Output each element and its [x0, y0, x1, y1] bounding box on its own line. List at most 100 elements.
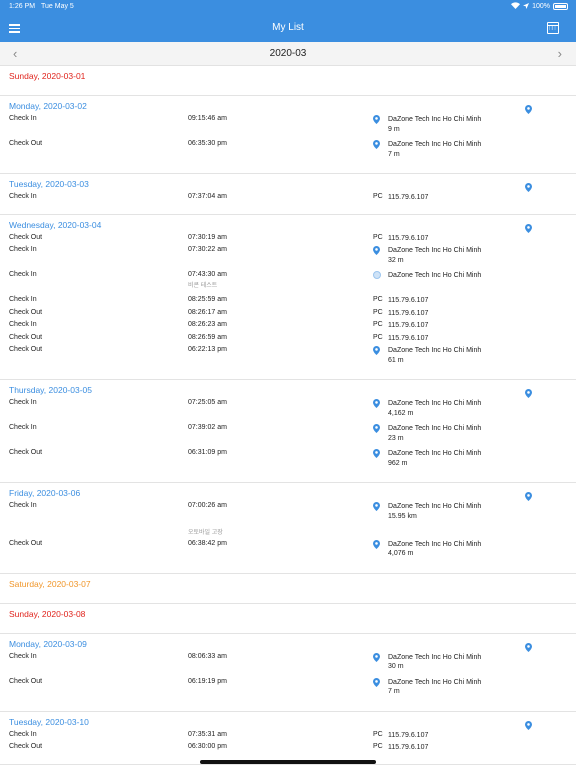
record-time: 07:00:26 am [188, 502, 227, 509]
record-row[interactable]: Check In 08:26:23 am PC 115.79.6.107 [0, 321, 576, 334]
status-bar: 1:26 PM Tue May 5 100% [0, 0, 576, 14]
location-distance: 4,162 m [388, 409, 414, 417]
location-pin-icon[interactable] [373, 539, 380, 551]
location-name: 115.79.6.107 [388, 731, 429, 739]
day-map-pin-icon[interactable] [525, 179, 532, 192]
record-row[interactable]: Check Out 08:26:17 am PC 115.79.6.107 [0, 309, 576, 322]
location-pin-icon[interactable] [373, 652, 380, 664]
record-location: DaZone Tech Inc Ho Chi Minh 15.95 km [388, 502, 481, 521]
record-row[interactable]: Check In 07:00:26 am DaZone Tech Inc Ho Ch… [0, 502, 576, 527]
record-row[interactable]: Check In 08:06:33 am DaZone Tech Inc Ho Ch… [0, 652, 576, 678]
record-type: Check In [9, 424, 37, 431]
day-section: Tuesday, 2020-03-03 Check In 07:37:04 am PC… [0, 174, 576, 215]
location-pin-icon[interactable] [373, 449, 380, 460]
calendar-icon[interactable] [547, 22, 559, 34]
day-section: Sunday, 2020-03-08 [0, 604, 576, 634]
record-extra-row: 오토바일 고장 [0, 527, 576, 540]
record-location: 115.79.6.107 [388, 321, 428, 331]
day-section: Monday, 2020-03-02 Check In 09:15:46 am DaZ… [0, 96, 576, 174]
record-time: 08:26:23 am [188, 321, 227, 328]
day-map-pin-icon[interactable] [525, 385, 532, 398]
nav-bar: My List [0, 14, 576, 42]
day-header[interactable]: Wednesday, 2020-03-04 [0, 219, 576, 234]
record-type: Check In [9, 399, 37, 406]
record-type: Check Out [9, 743, 43, 750]
day-map-pin-icon[interactable] [525, 220, 532, 233]
location-distance: 61 m [388, 356, 404, 364]
record-location: DaZone Tech Inc Ho Chi Minh 61 m [388, 346, 481, 365]
attendance-list[interactable]: Sunday, 2020-03-01 Monday, 2020-03-02 Chec… [0, 66, 576, 768]
record-time: 08:26:17 am [188, 308, 227, 316]
day-header[interactable]: Sunday, 2020-03-01 [0, 70, 576, 85]
location-name: DaZone Tech Inc Ho Chi Minh [388, 540, 482, 548]
location-pin-icon[interactable] [373, 424, 380, 435]
location-distance: 7 m [388, 688, 400, 695]
record-type: Check In [9, 321, 37, 328]
location-pin-icon[interactable] [373, 399, 380, 410]
record-time: 08:26:59 am [188, 333, 227, 341]
record-location: DaZone Tech Inc Ho Chi Minh 4,162 m [388, 399, 481, 418]
record-row[interactable]: Check In 07:30:22 am DaZone Tech Inc Ho Ch… [0, 246, 576, 271]
location-name: DaZone Tech Inc Ho Chi Minh [388, 503, 482, 510]
home-indicator [200, 760, 376, 764]
day-map-pin-icon[interactable] [525, 717, 532, 730]
location-pin-icon[interactable] [373, 140, 380, 151]
record-row[interactable]: Check In 07:43:30 am 비콘 테스트 DaZone Tech Inc… [0, 271, 576, 296]
record-location: 115.79.6.107 [388, 334, 428, 344]
record-type: Check In [9, 502, 37, 509]
chevron-right-icon[interactable]: › [558, 46, 562, 61]
record-row[interactable]: Check Out 07:30:19 am PC 115.79.6.107 [0, 234, 576, 247]
record-row[interactable]: Check Out 06:30:00 pm PC 115.79.6.107 [0, 743, 576, 756]
record-type: Check In [9, 296, 37, 303]
current-month: 2020-03 [269, 48, 307, 59]
day-map-pin-icon[interactable] [525, 488, 532, 501]
location-name: DaZone Tech Inc Ho Chi Minh [388, 678, 482, 686]
location-name: DaZone Tech Inc Ho Chi Minh [388, 400, 482, 407]
wifi-status-icon [511, 2, 521, 11]
record-type: Check In [9, 271, 37, 278]
record-location: DaZone Tech Inc Ho Chi Minh 32 m [388, 246, 481, 265]
location-pin-icon[interactable] [373, 115, 380, 126]
day-header[interactable]: Monday, 2020-03-09 [0, 638, 576, 653]
source-label: PC [373, 193, 383, 200]
location-name: 115.79.6.107 [388, 322, 429, 329]
source-label: PC [373, 296, 383, 303]
record-row[interactable]: Check Out 06:31:09 pm DaZone Tech Inc Ho C… [0, 449, 576, 474]
record-row[interactable]: Check Out 06:38:42 pm DaZone Tech Inc Ho C… [0, 539, 576, 565]
record-location: 115.79.6.107 [388, 743, 428, 753]
record-row[interactable]: Check Out 06:35:30 pm DaZone Tech Inc Ho C… [0, 140, 576, 165]
day-header[interactable]: Tuesday, 2020-03-03 [0, 178, 576, 193]
day-header[interactable]: Sunday, 2020-03-08 [0, 608, 576, 623]
record-row[interactable]: Check Out 06:22:13 pm DaZone Tech Inc Ho C… [0, 346, 576, 371]
record-row[interactable]: Check In 07:35:31 am PC 115.79.6.107 [0, 731, 576, 744]
source-label: PC [373, 233, 383, 241]
record-location: 115.79.6.107 [388, 309, 428, 319]
day-header[interactable]: Tuesday, 2020-03-10 [0, 716, 576, 731]
record-time: 06:31:09 pm [188, 449, 227, 456]
day-header[interactable]: Friday, 2020-03-06 [0, 487, 576, 502]
record-type: Check Out [9, 333, 43, 341]
record-row[interactable]: Check In 07:25:05 am DaZone Tech Inc Ho Ch… [0, 399, 576, 424]
location-distance: 30 m [388, 663, 404, 670]
day-header[interactable]: Saturday, 2020-03-07 [0, 578, 576, 593]
day-header[interactable]: Thursday, 2020-03-05 [0, 384, 576, 399]
record-row[interactable]: Check In 08:25:59 am PC 115.79.6.107 [0, 296, 576, 309]
record-time: 06:19:19 pm [188, 677, 227, 685]
location-pin-icon[interactable] [373, 346, 380, 357]
location-pin-icon[interactable] [373, 502, 380, 513]
record-type: Check Out [9, 677, 43, 685]
source-label: PC [373, 333, 383, 341]
record-row[interactable]: Check In 07:39:02 am DaZone Tech Inc Ho Ch… [0, 424, 576, 449]
record-location: DaZone Tech Inc Ho Chi Minh 7 m [388, 678, 481, 697]
record-row[interactable]: Check In 07:37:04 am PC 115.79.6.107 [0, 193, 576, 206]
record-row[interactable]: Check Out 08:26:59 am PC 115.79.6.107 [0, 334, 576, 347]
location-pin-icon[interactable] [373, 677, 380, 689]
record-row[interactable]: Check Out 06:19:19 pm DaZone Tech Inc Ho C… [0, 677, 576, 703]
location-pin-icon[interactable] [373, 246, 380, 257]
day-map-pin-icon[interactable] [525, 639, 532, 652]
location-arrow-icon [523, 2, 530, 11]
day-header[interactable]: Monday, 2020-03-02 [0, 100, 576, 115]
record-type: Check Out [9, 346, 43, 353]
day-map-pin-icon[interactable] [525, 101, 532, 114]
record-row[interactable]: Check In 09:15:46 am DaZone Tech Inc Ho Ch… [0, 115, 576, 140]
